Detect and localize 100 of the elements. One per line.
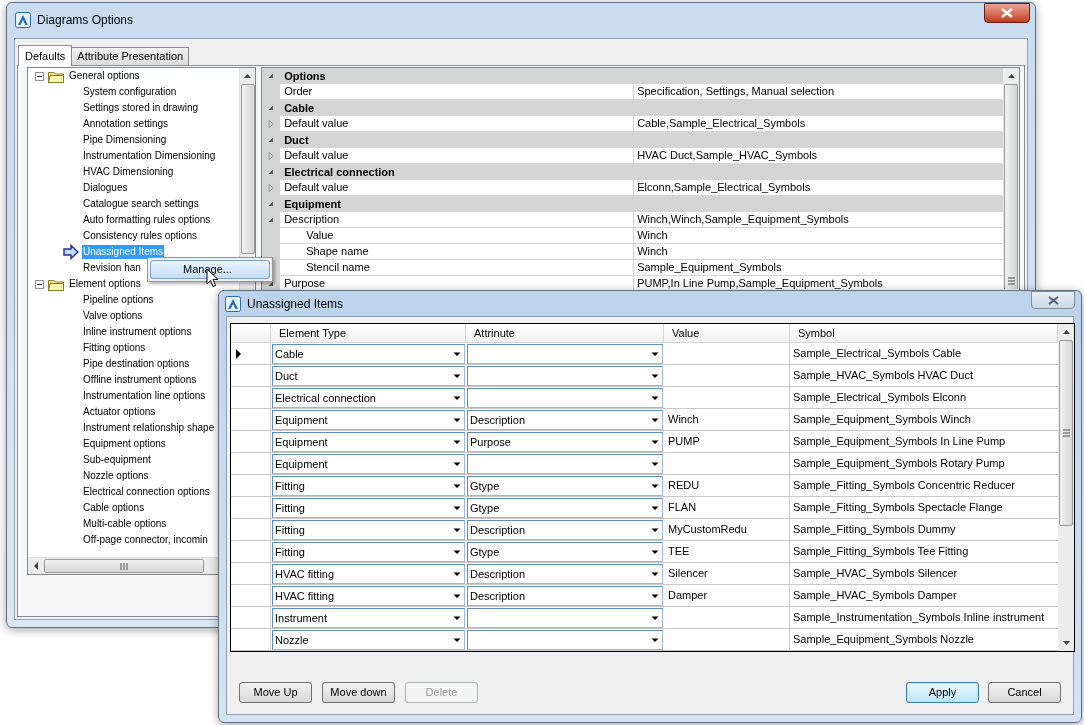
tree-item[interactable]: System configuration <box>82 85 178 99</box>
tree-item[interactable]: Offline instrument options <box>82 373 198 387</box>
property-value[interactable]: Winch <box>637 245 668 258</box>
dialog-button[interactable]: Cancel <box>988 682 1061 703</box>
dropdown[interactable]: HVAC fitting <box>272 586 465 606</box>
dropdown[interactable] <box>467 608 663 628</box>
category-row[interactable]: Equipment <box>262 196 1003 212</box>
expanded-icon[interactable] <box>267 104 276 112</box>
property-value[interactable]: Sample_Equipment_Symbols <box>637 261 782 274</box>
collapse-icon[interactable] <box>35 71 44 81</box>
tree-item[interactable]: Fitting options <box>82 341 147 355</box>
dropdown[interactable]: Electrical connection <box>272 388 465 408</box>
scroll-left-icon[interactable] <box>34 562 38 570</box>
tree-item[interactable]: Inline instrument options <box>82 325 193 339</box>
property-value[interactable]: Winch <box>637 229 668 242</box>
column-header[interactable]: Symbol <box>798 324 835 342</box>
column-header[interactable]: Element Type <box>279 324 347 342</box>
dropdown[interactable]: Description <box>467 586 663 606</box>
dropdown[interactable]: Nozzle <box>272 630 465 650</box>
tree-item[interactable]: Equipment options <box>82 437 167 451</box>
dropdown[interactable] <box>467 388 663 408</box>
property-value[interactable]: PUMP,In Line Pump,Sample_Equipment_Symbols <box>637 277 883 290</box>
dropdown[interactable]: Purpose <box>467 432 663 452</box>
category-row[interactable]: Electrical connection <box>262 164 1003 180</box>
scroll-thumb[interactable] <box>1004 84 1018 289</box>
tree-item[interactable]: Element options <box>68 277 142 291</box>
dropdown[interactable]: Instrument <box>272 608 465 628</box>
property-value[interactable]: Elconn,Sample_Electrical_Symbols <box>637 181 811 194</box>
scroll-thumb[interactable] <box>1059 340 1073 526</box>
collapse-icon[interactable] <box>35 279 44 289</box>
expanded-icon[interactable] <box>267 72 276 80</box>
dropdown[interactable]: Gtype <box>467 476 663 496</box>
dropdown[interactable]: Duct <box>272 366 465 386</box>
tree-item[interactable]: Cable options <box>82 501 146 515</box>
expanded-icon[interactable] <box>267 280 276 288</box>
dialog-button[interactable]: Apply <box>906 682 979 703</box>
tree-item[interactable]: Electrical connection options <box>82 485 211 499</box>
dropdown[interactable]: Description <box>467 410 663 430</box>
tree-item[interactable]: Nozzle options <box>82 469 150 483</box>
dropdown[interactable] <box>467 630 663 650</box>
property-value[interactable]: Specification, Settings, Manual selection <box>637 85 835 98</box>
column-header[interactable]: Attrinute <box>474 324 515 342</box>
scroll-down-icon[interactable] <box>1061 641 1071 645</box>
expanded-icon[interactable] <box>267 168 276 176</box>
scroll-thumb[interactable] <box>44 559 204 573</box>
dropdown[interactable]: Description <box>467 520 663 540</box>
tree-item[interactable]: Catalogue search settings <box>82 197 200 211</box>
dropdown[interactable]: Equipment <box>272 454 465 474</box>
dropdown[interactable] <box>467 366 663 386</box>
dialog-button[interactable]: Move Up <box>239 682 312 703</box>
dropdown[interactable] <box>467 454 663 474</box>
tree-item[interactable]: Settings stored in drawing <box>82 101 200 115</box>
tree-item[interactable]: Pipe destination options <box>82 357 191 371</box>
tab[interactable]: Defaults <box>18 45 73 66</box>
close-button[interactable] <box>1031 291 1075 309</box>
menu-item[interactable]: Manage... <box>150 260 270 279</box>
tree-item[interactable]: Valve options <box>82 309 144 323</box>
tree-item[interactable]: Annotation settings <box>82 117 170 131</box>
tree-item[interactable]: Instrumentation Dimensioning <box>82 149 217 163</box>
tree-item[interactable]: HVAC Dimensioning <box>82 165 175 179</box>
scroll-up-icon[interactable] <box>1006 74 1016 78</box>
category-row[interactable]: Duct <box>262 132 1003 148</box>
tree-item[interactable]: Consistency rules options <box>82 229 198 243</box>
dropdown[interactable]: Fitting <box>272 542 465 562</box>
tree-item[interactable]: Multi-cable options <box>82 517 168 531</box>
tree-item[interactable]: Dialogues <box>82 181 129 195</box>
vertical-scrollbar[interactable] <box>1003 68 1019 289</box>
expanded-icon[interactable] <box>267 216 276 224</box>
scroll-up-icon[interactable] <box>243 74 253 78</box>
property-value[interactable]: HVAC Duct,Sample_HVAC_Symbols <box>637 149 818 162</box>
tree-item[interactable]: Pipe Dimensioning <box>82 133 168 147</box>
category-row[interactable]: Options <box>262 68 1003 84</box>
property-value[interactable]: Winch,Winch,Sample_Equipment_Symbols <box>637 213 849 226</box>
tree-item[interactable]: Auto formatting rules options <box>82 213 212 227</box>
dropdown[interactable]: HVAC fitting <box>272 564 465 584</box>
tree-item[interactable]: Revision han <box>82 261 142 275</box>
tree-item[interactable]: Pipeline options <box>82 293 155 307</box>
dropdown[interactable] <box>467 344 663 364</box>
tree-item[interactable]: General options <box>68 69 141 83</box>
dropdown[interactable]: Fitting <box>272 476 465 496</box>
close-button[interactable] <box>984 3 1030 23</box>
dropdown[interactable]: Fitting <box>272 498 465 518</box>
tree-item[interactable]: Off-page connector, incomin <box>82 533 209 547</box>
dropdown[interactable]: Description <box>467 564 663 584</box>
expanded-icon[interactable] <box>267 200 276 208</box>
dropdown[interactable]: Fitting <box>272 520 465 540</box>
dialog-button[interactable]: Move down <box>322 682 395 703</box>
tree-item[interactable]: Instrumentation line options <box>82 389 207 403</box>
dropdown[interactable]: Cable <box>272 344 465 364</box>
expanded-icon[interactable] <box>267 136 276 144</box>
vertical-scrollbar[interactable] <box>1058 324 1074 651</box>
scroll-up-icon[interactable] <box>1061 330 1071 334</box>
dropdown[interactable]: Equipment <box>272 432 465 452</box>
category-row[interactable]: Cable <box>262 100 1003 116</box>
tree-item[interactable]: Actuator options <box>82 405 157 419</box>
property-value[interactable]: Cable,Sample_Electrical_Symbols <box>637 117 806 130</box>
dropdown[interactable]: Gtype <box>467 542 663 562</box>
column-header[interactable]: Value <box>672 324 700 342</box>
dropdown[interactable]: Gtype <box>467 498 663 518</box>
scroll-thumb[interactable] <box>240 84 255 254</box>
